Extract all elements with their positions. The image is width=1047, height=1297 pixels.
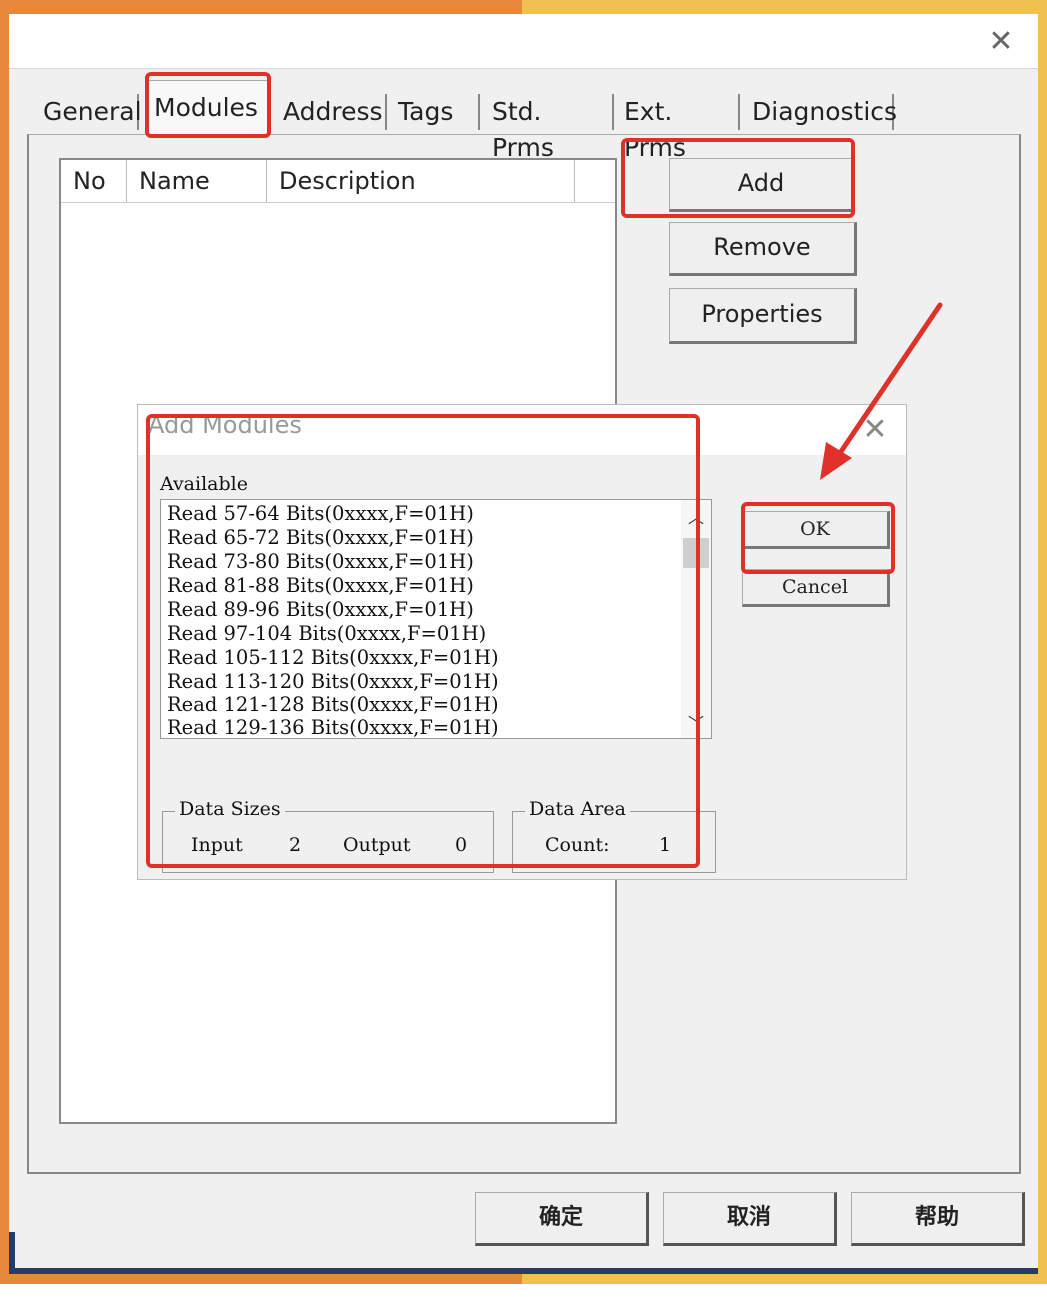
annotation-arrow-icon — [820, 302, 943, 480]
